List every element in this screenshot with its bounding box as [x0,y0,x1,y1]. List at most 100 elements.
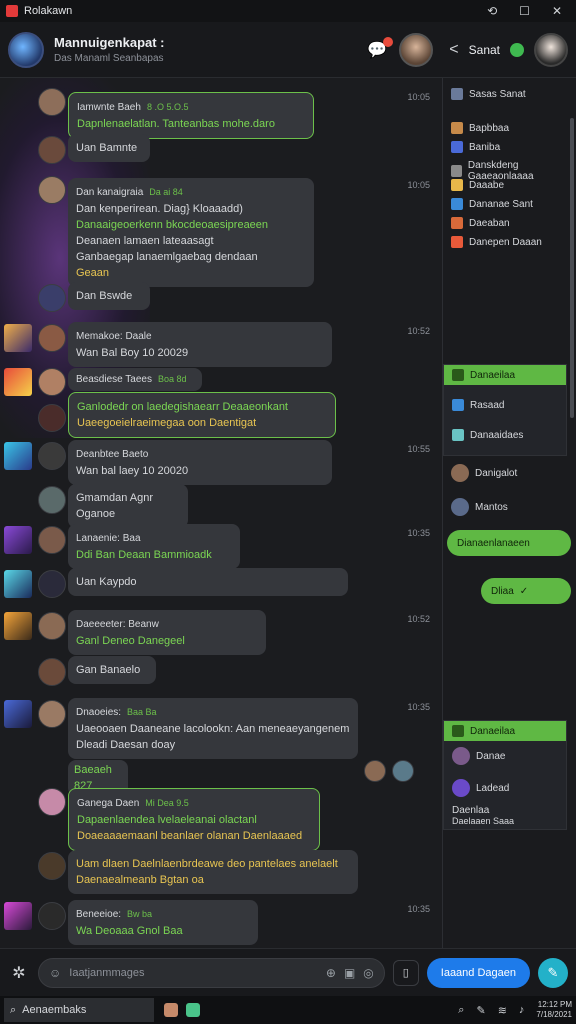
message-bubble[interactable]: Daeeeeter: Beanw Ganl Deneo Danegeel [68,610,266,655]
avatar[interactable] [38,852,66,880]
reaction-pill[interactable]: Dianaenlanaeen [447,530,571,556]
avatar[interactable] [38,902,66,930]
thumbnail-image[interactable] [4,902,32,930]
message-bubble[interactable]: Gan Banaelo [68,656,156,684]
message-list[interactable]: Iamwnte Baeh 8 .O 5.O.5 Dapnlenaelatlan. … [0,78,442,948]
wifi-icon[interactable]: ≋ [498,1004,507,1017]
panel-item[interactable]: Bapbbaa [451,122,509,134]
card-row[interactable]: Rasaad [452,399,504,411]
avatar[interactable] [38,570,66,598]
avatar[interactable] [38,88,66,116]
avatar[interactable] [38,404,66,432]
avatar[interactable] [38,658,66,686]
format-button[interactable]: ▯ [392,959,419,986]
avatar[interactable] [38,176,66,204]
close-icon[interactable]: ✕ [552,4,562,18]
panel-item-label: Dananae Sant [469,198,533,210]
avatar[interactable] [38,284,66,312]
image-icon[interactable]: ▣ [344,966,355,980]
message-bubble[interactable]: Uan Bamnte [68,134,150,162]
window-title: Rolakawn [24,5,73,17]
pen-icon[interactable]: ✎ [476,1004,485,1017]
settings-icon[interactable]: ⟲ [487,4,497,18]
emoji-icon[interactable]: ☺ [49,966,61,980]
panel-item-label: Danigalot [475,467,518,479]
message-time: 10:55 [407,444,430,454]
thumbnail-image[interactable] [4,526,32,554]
taskbar-app-icon[interactable] [164,1003,178,1017]
panel-item[interactable]: Daeaban [451,217,510,229]
thumbnail-image[interactable] [4,368,32,396]
card-row[interactable]: Ladead [452,779,509,797]
message-bubble[interactable]: Ganega Daen Mi Dea 9.5 Dapaenlaendea lvel… [68,788,320,851]
action-pill[interactable]: Dliaa ✓ [481,578,571,604]
chat-bubble-icon[interactable]: 💬 [367,36,394,60]
thumbnail-image[interactable] [4,612,32,640]
avatar[interactable] [38,612,66,640]
thumbnail-image[interactable] [4,700,32,728]
message-bubble[interactable]: Dan Bswde [68,282,150,310]
avatar[interactable] [38,526,66,554]
panel-item[interactable]: Dananae Sant [451,198,533,210]
message-meta: Baa Ba [127,707,157,717]
message-bubble[interactable]: Dnaoeies: Baa Ba Uaeooaen Daaneane lacolo… [68,698,358,759]
avatar[interactable] [364,760,386,782]
volume-icon[interactable]: ♪ [519,1004,525,1016]
card-row[interactable]: Daenlaa Daelaaen Saaa [452,805,514,826]
message-bubble[interactable]: Gmamdan Agnr Oganoe [68,484,188,528]
thumbnail-image[interactable] [4,324,32,352]
card-row-label: Daenlaa [452,805,490,816]
attach-icon[interactable]: ⊕ [326,966,336,980]
taskbar-search[interactable]: ⌕ Aenaembaks [4,998,154,1022]
sticker-icon[interactable]: ◎ [363,966,373,980]
avatar[interactable] [38,136,66,164]
clock[interactable]: 12:12 PM 7/18/2021 [536,1000,572,1020]
avatar[interactable] [38,368,66,396]
avatar[interactable] [399,32,434,67]
thumbnail-image[interactable] [4,570,32,598]
message-bubble[interactable]: Deanbtee Baeto Wan bal laey 10 20020 [68,440,332,485]
clock-date: 7/18/2021 [536,1010,572,1019]
message-text: Dan Bswde [76,290,133,302]
avatar[interactable] [38,486,66,514]
avatar[interactable] [392,760,414,782]
back-icon[interactable]: < [449,41,458,59]
avatar[interactable] [38,324,66,352]
channel-avatar[interactable] [8,31,44,68]
app-icon [6,5,18,17]
avatar[interactable] [38,700,66,728]
maximize-icon[interactable]: ☐ [519,4,530,18]
message-bubble[interactable]: Memakoe: Daale Wan Bal Boy 10 20029 [68,322,332,367]
search-icon[interactable]: ⌕ [458,1004,464,1017]
thumbnail-image[interactable] [4,442,32,470]
card-row[interactable]: Danaaidaes [452,429,523,441]
avatar[interactable] [38,442,66,470]
panel-item[interactable]: Baniba [451,141,500,153]
contact-avatar[interactable] [534,32,568,67]
message-bubble[interactable]: Uan Kaypdo [68,568,348,596]
message-input[interactable]: ☺ Iaatjanmmages ⊕ ▣ ◎ [38,957,385,988]
panel-item[interactable]: Danepen Daaan [451,236,542,248]
message-bubble[interactable]: Iamwnte Baeh 8 .O 5.O.5 Dapnlenaelatlan. … [68,92,314,139]
panel-item[interactable]: Daaabe [451,179,504,191]
message-bubble[interactable]: Beneeioe: Bw ba Wa Deoaaa Gnol Baa [68,900,258,945]
card-header: Danaeilaa [444,721,566,741]
panel-item[interactable]: Mantos [451,498,508,516]
message-bubble[interactable]: Beasdiese Taees Boa 8d [68,368,202,391]
card-row[interactable]: Danae [452,747,505,765]
message-bubble[interactable]: Dan kanaigraia Da ai 84 Dan kenperirean. … [68,178,314,287]
sender-name: Beneeioe: [76,909,122,920]
message-bubble[interactable]: Lanaenie: Baa Ddi Ban Deaan Bammioadk [68,524,240,569]
taskbar-app-icon[interactable] [186,1003,200,1017]
edit-icon[interactable]: ✎ [538,957,568,988]
send-button[interactable]: Iaaand Dagaen [426,957,530,988]
message-bubble[interactable]: Uam dlaen Daelnlaenbrdeawe deo pantelaes… [68,850,358,894]
item-icon [451,179,463,191]
gear-icon[interactable]: ✲ [8,963,30,983]
panel-item[interactable]: Danigalot [451,464,517,482]
avatar [452,747,470,765]
sender-name: Dnaoeies: [76,707,122,718]
avatar[interactable] [38,788,66,816]
item-icon [451,198,463,210]
message-bubble[interactable]: Ganlodedr on laedegishaearr Deaaeonkant … [68,392,336,438]
